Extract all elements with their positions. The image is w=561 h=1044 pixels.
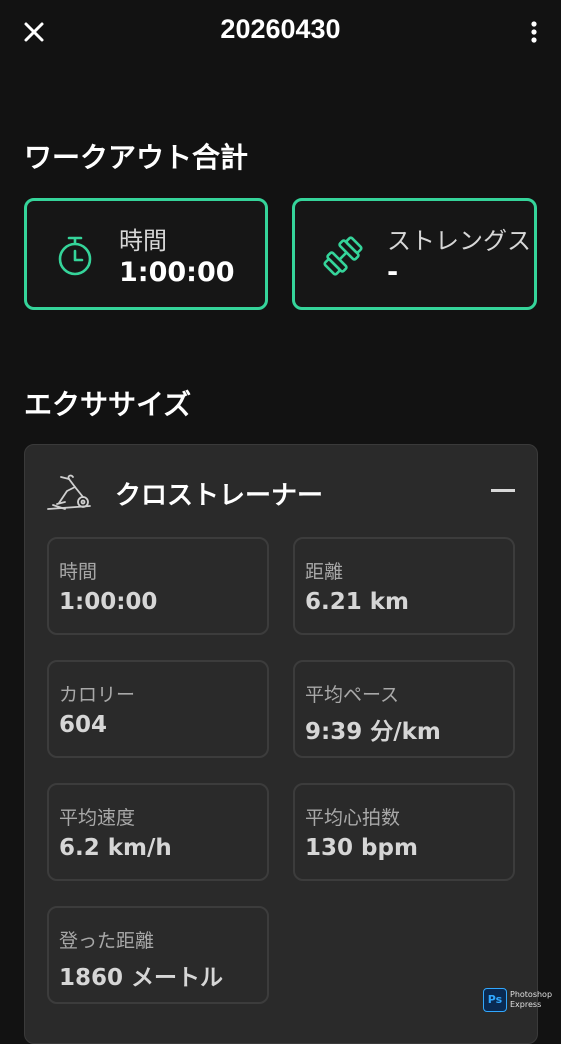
exercise-name: クロストレーナー bbox=[115, 481, 324, 511]
stat-value: 604 bbox=[59, 712, 108, 738]
time-summary-card[interactable]: 時間 1:00:00 bbox=[24, 198, 268, 310]
watermark-line1: Photoshop bbox=[510, 990, 553, 999]
stat-tile-avg-speed: 平均速度 6.2 km/h bbox=[47, 783, 269, 881]
page-title: 20260430 bbox=[220, 14, 341, 44]
strength-summary-card[interactable]: ストレングス - bbox=[292, 198, 537, 310]
more-options-button[interactable] bbox=[527, 16, 541, 48]
top-bar: 20260430 bbox=[0, 0, 561, 66]
cross-trainer-icon bbox=[47, 474, 91, 510]
workout-summary-title: ワークアウト合計 bbox=[24, 141, 249, 174]
exercise-header[interactable]: クロストレーナー bbox=[25, 445, 537, 537]
stat-value: 130 bpm bbox=[305, 835, 418, 861]
stat-label: 登った距離 bbox=[59, 930, 155, 952]
stat-label: 距離 bbox=[305, 561, 344, 583]
stat-label: 時間 bbox=[59, 561, 98, 583]
stopwatch-icon bbox=[58, 236, 92, 276]
stat-tile-calories: カロリー 604 bbox=[47, 660, 269, 758]
stat-tile-avg-pace: 平均ペース 9:39 分/km bbox=[293, 660, 515, 758]
watermark-text: Photoshop Express bbox=[510, 990, 552, 1010]
stat-tile-climbed-distance: 登った距離 1860 メートル bbox=[47, 906, 269, 1004]
stat-value: 1860 メートル bbox=[59, 965, 224, 991]
stat-tile-distance: 距離 6.21 km bbox=[293, 537, 515, 635]
more-vertical-icon bbox=[531, 21, 537, 43]
time-card-value: 1:00:00 bbox=[119, 257, 235, 288]
collapse-icon[interactable] bbox=[491, 489, 515, 492]
strength-card-value: - bbox=[387, 257, 399, 288]
stat-label: 平均速度 bbox=[59, 807, 136, 829]
strength-card-label: ストレングス bbox=[387, 227, 531, 255]
stat-value: 9:39 分/km bbox=[305, 719, 441, 745]
stat-tile-time: 時間 1:00:00 bbox=[47, 537, 269, 635]
photoshop-logo-icon: Ps bbox=[483, 988, 507, 1012]
stat-label: 平均心拍数 bbox=[305, 807, 401, 829]
exercises-title: エクササイズ bbox=[24, 388, 192, 421]
dumbbell-icon bbox=[323, 236, 363, 276]
watermark-line2: Express bbox=[510, 1000, 542, 1009]
stat-label: 平均ペース bbox=[305, 684, 400, 706]
stat-value: 6.2 km/h bbox=[59, 835, 172, 861]
stat-value: 1:00:00 bbox=[59, 589, 158, 615]
stat-label: カロリー bbox=[59, 684, 136, 706]
time-card-label: 時間 bbox=[119, 227, 167, 255]
stat-value: 6.21 km bbox=[305, 589, 410, 615]
exercise-panel: クロストレーナー 時間 1:00:00 距離 6.21 km カロリー 604 … bbox=[24, 444, 538, 1044]
photoshop-express-watermark: Ps Photoshop Express bbox=[483, 988, 553, 1014]
stat-tile-avg-heart-rate: 平均心拍数 130 bpm bbox=[293, 783, 515, 881]
